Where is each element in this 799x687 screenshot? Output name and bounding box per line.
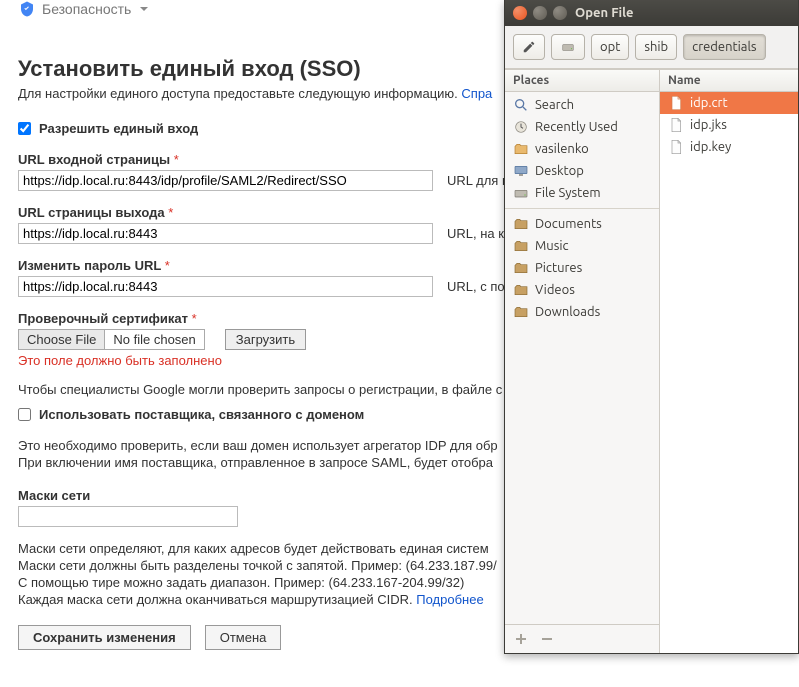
place-filesystem[interactable]: File System: [505, 182, 659, 204]
file-status: No file chosen: [105, 330, 203, 349]
file-icon: [668, 117, 684, 133]
files-header[interactable]: Name: [660, 70, 798, 92]
shield-icon: [18, 0, 36, 18]
signout-url-input[interactable]: [18, 223, 433, 244]
domain-issuer-checkbox[interactable]: [18, 408, 31, 421]
signin-url-hint: URL для в: [447, 173, 509, 188]
upload-button[interactable]: Загрузить: [225, 329, 306, 350]
place-recent[interactable]: Recently Used: [505, 116, 659, 138]
desktop-icon: [513, 163, 529, 179]
choose-file-button[interactable]: Choose File: [19, 330, 105, 349]
file-icon: [668, 95, 684, 111]
folder-icon: [513, 260, 529, 276]
place-home[interactable]: vasilenko: [505, 138, 659, 160]
folder-icon: [513, 304, 529, 320]
folder-icon: [513, 238, 529, 254]
folder-icon: [513, 282, 529, 298]
open-file-dialog: Open File opt shib credentials Places Se…: [504, 0, 799, 654]
enable-sso-checkbox[interactable]: [18, 122, 31, 135]
dialog-titlebar[interactable]: Open File: [505, 0, 798, 26]
drive-icon: [560, 40, 576, 54]
place-pictures[interactable]: Pictures: [505, 257, 659, 279]
window-minimize-button[interactable]: [533, 6, 547, 20]
save-button[interactable]: Сохранить изменения: [18, 625, 191, 650]
dialog-title: Open File: [575, 6, 634, 20]
place-search[interactable]: Search: [505, 94, 659, 116]
place-desktop[interactable]: Desktop: [505, 160, 659, 182]
netmask-input[interactable]: [18, 506, 238, 527]
path-edit-toggle[interactable]: [513, 34, 545, 60]
place-videos[interactable]: Videos: [505, 279, 659, 301]
chevron-down-icon: [139, 4, 149, 14]
file-row[interactable]: idp.key: [660, 136, 798, 158]
path-crumb-opt[interactable]: opt: [591, 34, 629, 60]
subtitle-help-link[interactable]: Спра: [461, 86, 492, 101]
place-documents[interactable]: Documents: [505, 213, 659, 235]
domain-issuer-label: Использовать поставщика, связанного с до…: [39, 407, 364, 422]
file-row[interactable]: idp.jks: [660, 114, 798, 136]
netmask-desc4: Каждая маска сети должна оканчиваться ма…: [18, 592, 416, 607]
search-icon: [513, 97, 529, 113]
breadcrumb-label: Безопасность: [42, 1, 131, 17]
place-music[interactable]: Music: [505, 235, 659, 257]
plus-icon: [515, 633, 527, 645]
folder-icon: [513, 216, 529, 232]
file-row[interactable]: idp.crt: [660, 92, 798, 114]
enable-sso-label: Разрешить единый вход: [39, 121, 198, 136]
minus-icon: [541, 633, 553, 645]
cancel-button[interactable]: Отмена: [205, 625, 282, 650]
path-root-button[interactable]: [551, 34, 585, 60]
pencil-icon: [522, 40, 536, 54]
signin-url-input[interactable]: [18, 170, 433, 191]
places-header[interactable]: Places: [505, 70, 659, 92]
netmask-more-link[interactable]: Подробнее: [416, 592, 483, 607]
drive-icon: [513, 185, 529, 201]
path-crumb-shib[interactable]: shib: [635, 34, 677, 60]
file-icon: [668, 139, 684, 155]
path-crumb-credentials[interactable]: credentials: [683, 34, 765, 60]
bookmark-remove-button[interactable]: [539, 631, 555, 647]
signout-url-hint: URL, на ко: [447, 226, 511, 241]
window-close-button[interactable]: [513, 6, 527, 20]
bookmark-add-button[interactable]: [513, 631, 529, 647]
window-maximize-button[interactable]: [553, 6, 567, 20]
changepw-url-input[interactable]: [18, 276, 433, 297]
dialog-path-bar: opt shib credentials: [505, 26, 798, 69]
home-folder-icon: [513, 141, 529, 157]
clock-icon: [513, 119, 529, 135]
place-downloads[interactable]: Downloads: [505, 301, 659, 323]
